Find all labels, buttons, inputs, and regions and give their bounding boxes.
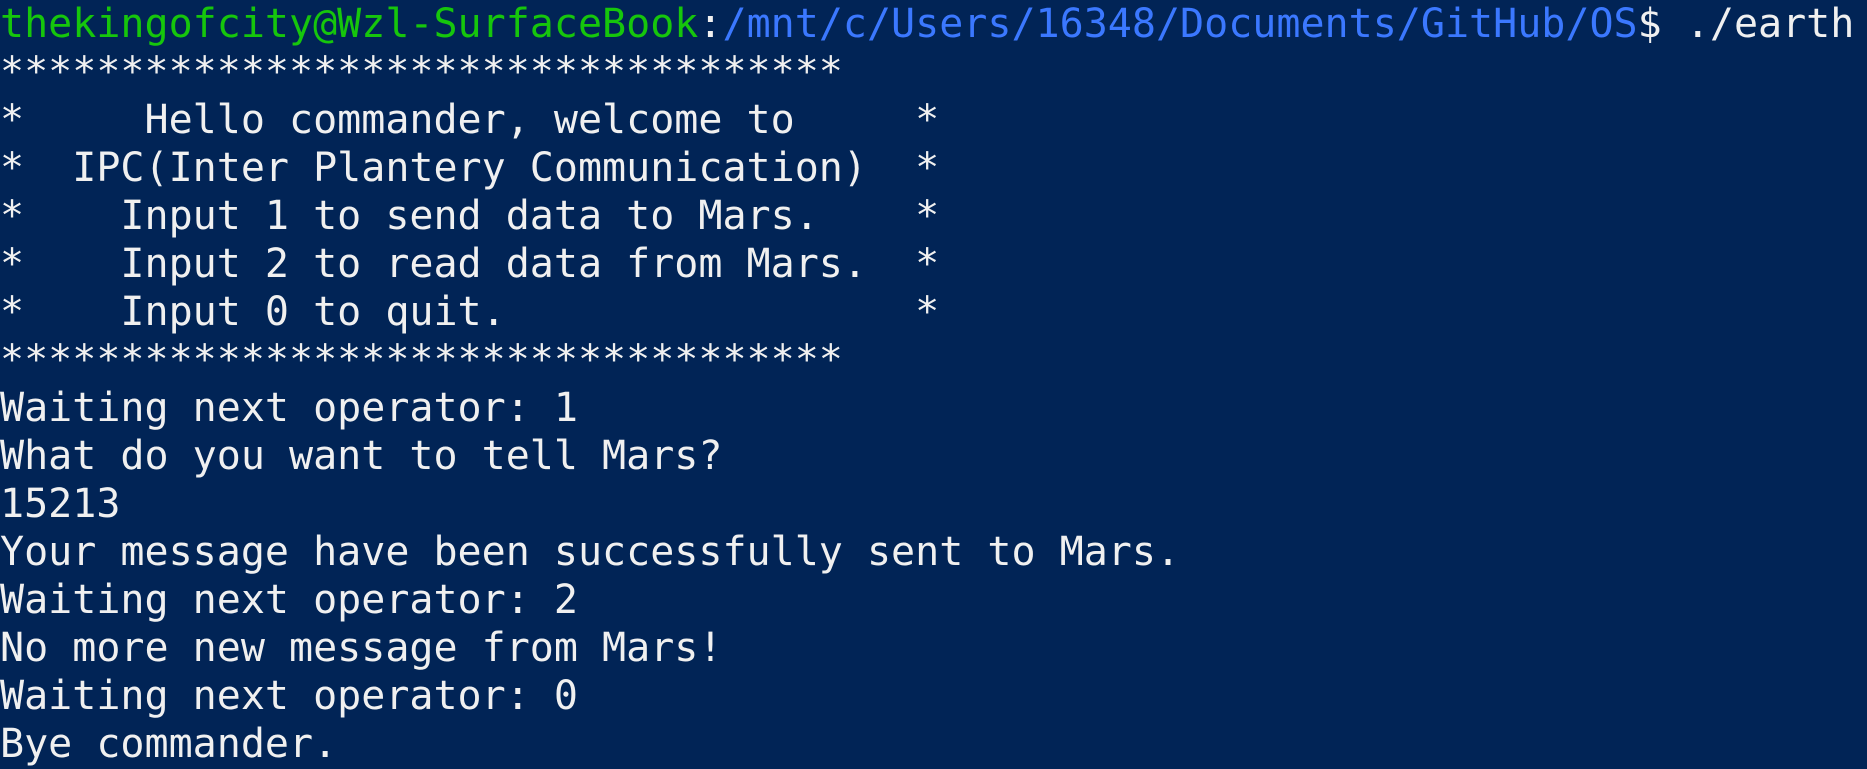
banner-greeting: * Hello commander, welcome to * xyxy=(0,97,940,143)
output-line: 15213 xyxy=(0,481,121,527)
output-line: Waiting next operator: 0 xyxy=(0,673,578,719)
output-line: Waiting next operator: 2 xyxy=(0,577,578,623)
banner-border-bottom: *********************************** xyxy=(0,337,843,383)
output-line: Waiting next operator: 1 xyxy=(0,385,578,431)
banner-border-top: *********************************** xyxy=(0,49,843,95)
prompt-user-host: thekingofcity@Wzl-SurfaceBook xyxy=(0,1,699,47)
banner-option-read: * Input 2 to read data from Mars. * xyxy=(0,241,940,287)
prompt-separator: : xyxy=(698,1,723,47)
output-line: Bye commander. xyxy=(0,721,338,767)
banner-program-name: * IPC(Inter Plantery Communication) * xyxy=(0,145,940,191)
output-line: No more new message from Mars! xyxy=(0,625,723,671)
output-line: Your message have been successfully sent… xyxy=(0,529,1181,575)
prompt-path: /mnt/c/Users/16348/Documents/GitHub/OS xyxy=(722,1,1638,47)
banner-option-quit: * Input 0 to quit. * xyxy=(0,289,940,335)
prompt-command: $ ./earth xyxy=(1637,1,1855,47)
prompt-line: thekingofcity@Wzl-SurfaceBook:/mnt/c/Use… xyxy=(0,0,1867,48)
banner-option-send: * Input 1 to send data to Mars. * xyxy=(0,193,940,239)
output-line: What do you want to tell Mars? xyxy=(0,433,723,479)
terminal-window[interactable]: thekingofcity@Wzl-SurfaceBook:/mnt/c/Use… xyxy=(0,0,1867,769)
